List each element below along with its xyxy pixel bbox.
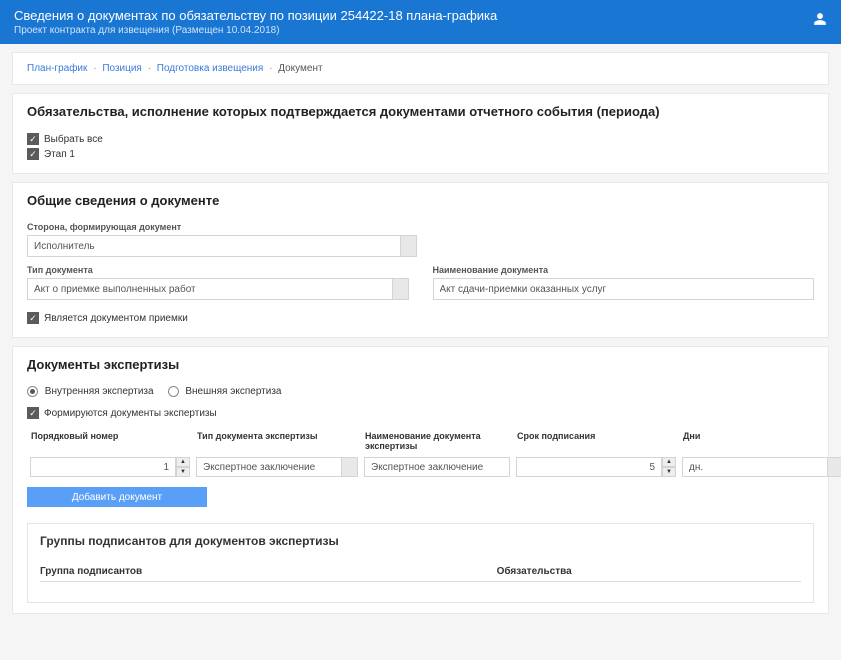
name-input[interactable] bbox=[433, 278, 815, 300]
radio-internal[interactable]: Внутренняя экспертиза bbox=[27, 386, 154, 397]
spinner-icon[interactable]: ▲▼ bbox=[662, 457, 676, 477]
radio-icon bbox=[27, 386, 38, 397]
radio-label: Внешняя экспертиза bbox=[185, 386, 281, 397]
row-days-select[interactable] bbox=[682, 457, 841, 477]
table-row: ▲▼ ▲▼ bbox=[27, 455, 841, 479]
expertise-table: Порядковый номер Тип документа экспертиз… bbox=[27, 427, 841, 479]
th-type: Тип документа экспертизы bbox=[193, 427, 361, 455]
sub-section-title: Группы подписантов для документов экспер… bbox=[40, 534, 801, 548]
field-label-name: Наименование документа bbox=[433, 265, 815, 275]
field-label-side: Сторона, формирующая документ bbox=[27, 222, 814, 232]
checkbox-icon bbox=[27, 133, 39, 145]
radio-icon bbox=[168, 386, 179, 397]
checkbox-icon bbox=[27, 312, 39, 324]
checkbox-stage-1[interactable]: Этап 1 bbox=[27, 148, 814, 160]
th-term: Срок подписания bbox=[513, 427, 679, 455]
doc-info-section: Общие сведения о документе Сторона, форм… bbox=[12, 182, 829, 338]
type-input[interactable] bbox=[27, 278, 393, 300]
checkbox-label: Этап 1 bbox=[44, 149, 75, 160]
breadcrumb-card: План-график · Позиция · Подготовка извещ… bbox=[12, 52, 829, 85]
section-title: Обязательства, исполнение которых подтве… bbox=[27, 104, 814, 119]
dropdown-icon[interactable] bbox=[828, 457, 841, 477]
dropdown-icon[interactable] bbox=[401, 235, 417, 257]
user-icon[interactable] bbox=[813, 12, 827, 26]
breadcrumb-link[interactable]: План-график bbox=[27, 63, 87, 74]
checkbox-label: Формируются документы экспертизы bbox=[44, 408, 217, 419]
col-obligations: Обязательства bbox=[497, 566, 801, 577]
page-subtitle: Проект контракта для извещения (Размещен… bbox=[14, 25, 827, 36]
signatories-subsection: Группы подписантов для документов экспер… bbox=[27, 523, 814, 603]
radio-external[interactable]: Внешняя экспертиза bbox=[168, 386, 282, 397]
th-days: Дни bbox=[679, 427, 841, 455]
obligations-section: Обязательства, исполнение которых подтве… bbox=[12, 93, 829, 174]
signatories-header: Группа подписантов Обязательства bbox=[40, 566, 801, 582]
breadcrumb-link[interactable]: Позиция bbox=[102, 63, 142, 74]
row-name-input[interactable] bbox=[364, 457, 510, 477]
type-select[interactable] bbox=[27, 278, 409, 300]
breadcrumb-current: Документ bbox=[278, 63, 322, 74]
th-num: Порядковый номер bbox=[27, 427, 193, 455]
expertise-radio-group: Внутренняя экспертиза Внешняя экспертиза bbox=[27, 386, 814, 397]
row-type-select[interactable] bbox=[196, 457, 358, 477]
radio-label: Внутренняя экспертиза bbox=[45, 386, 154, 397]
field-label-type: Тип документа bbox=[27, 265, 409, 275]
name-input-wrap[interactable] bbox=[433, 278, 815, 300]
section-title: Общие сведения о документе bbox=[27, 193, 814, 208]
dropdown-icon[interactable] bbox=[393, 278, 409, 300]
checkbox-formed[interactable]: Формируются документы экспертизы bbox=[27, 407, 814, 419]
table-header-row: Порядковый номер Тип документа экспертиз… bbox=[27, 427, 841, 455]
expertise-section: Документы экспертизы Внутренняя эксперти… bbox=[12, 346, 829, 614]
th-name: Наименование документа экспертизы bbox=[361, 427, 513, 455]
side-input[interactable] bbox=[27, 235, 401, 257]
add-document-button[interactable]: Добавить документ bbox=[27, 487, 207, 507]
checkbox-icon bbox=[27, 407, 39, 419]
breadcrumb: План-график · Позиция · Подготовка извещ… bbox=[27, 63, 814, 74]
dropdown-icon[interactable] bbox=[342, 457, 358, 477]
row-num-input[interactable]: ▲▼ bbox=[30, 457, 190, 477]
checkbox-icon bbox=[27, 148, 39, 160]
spinner-icon[interactable]: ▲▼ bbox=[176, 457, 190, 477]
checkbox-select-all[interactable]: Выбрать все bbox=[27, 133, 814, 145]
checkbox-label: Выбрать все bbox=[44, 134, 103, 145]
breadcrumb-link[interactable]: Подготовка извещения bbox=[157, 63, 264, 74]
checkbox-acceptance-doc[interactable]: Является документом приемки bbox=[27, 312, 814, 324]
row-term-input[interactable]: ▲▼ bbox=[516, 457, 676, 477]
checkbox-label: Является документом приемки bbox=[44, 313, 188, 324]
side-select[interactable] bbox=[27, 235, 417, 257]
page-title: Сведения о документах по обязательству п… bbox=[14, 8, 827, 23]
col-group: Группа подписантов bbox=[40, 566, 142, 577]
section-title: Документы экспертизы bbox=[27, 357, 814, 372]
app-header: Сведения о документах по обязательству п… bbox=[0, 0, 841, 44]
